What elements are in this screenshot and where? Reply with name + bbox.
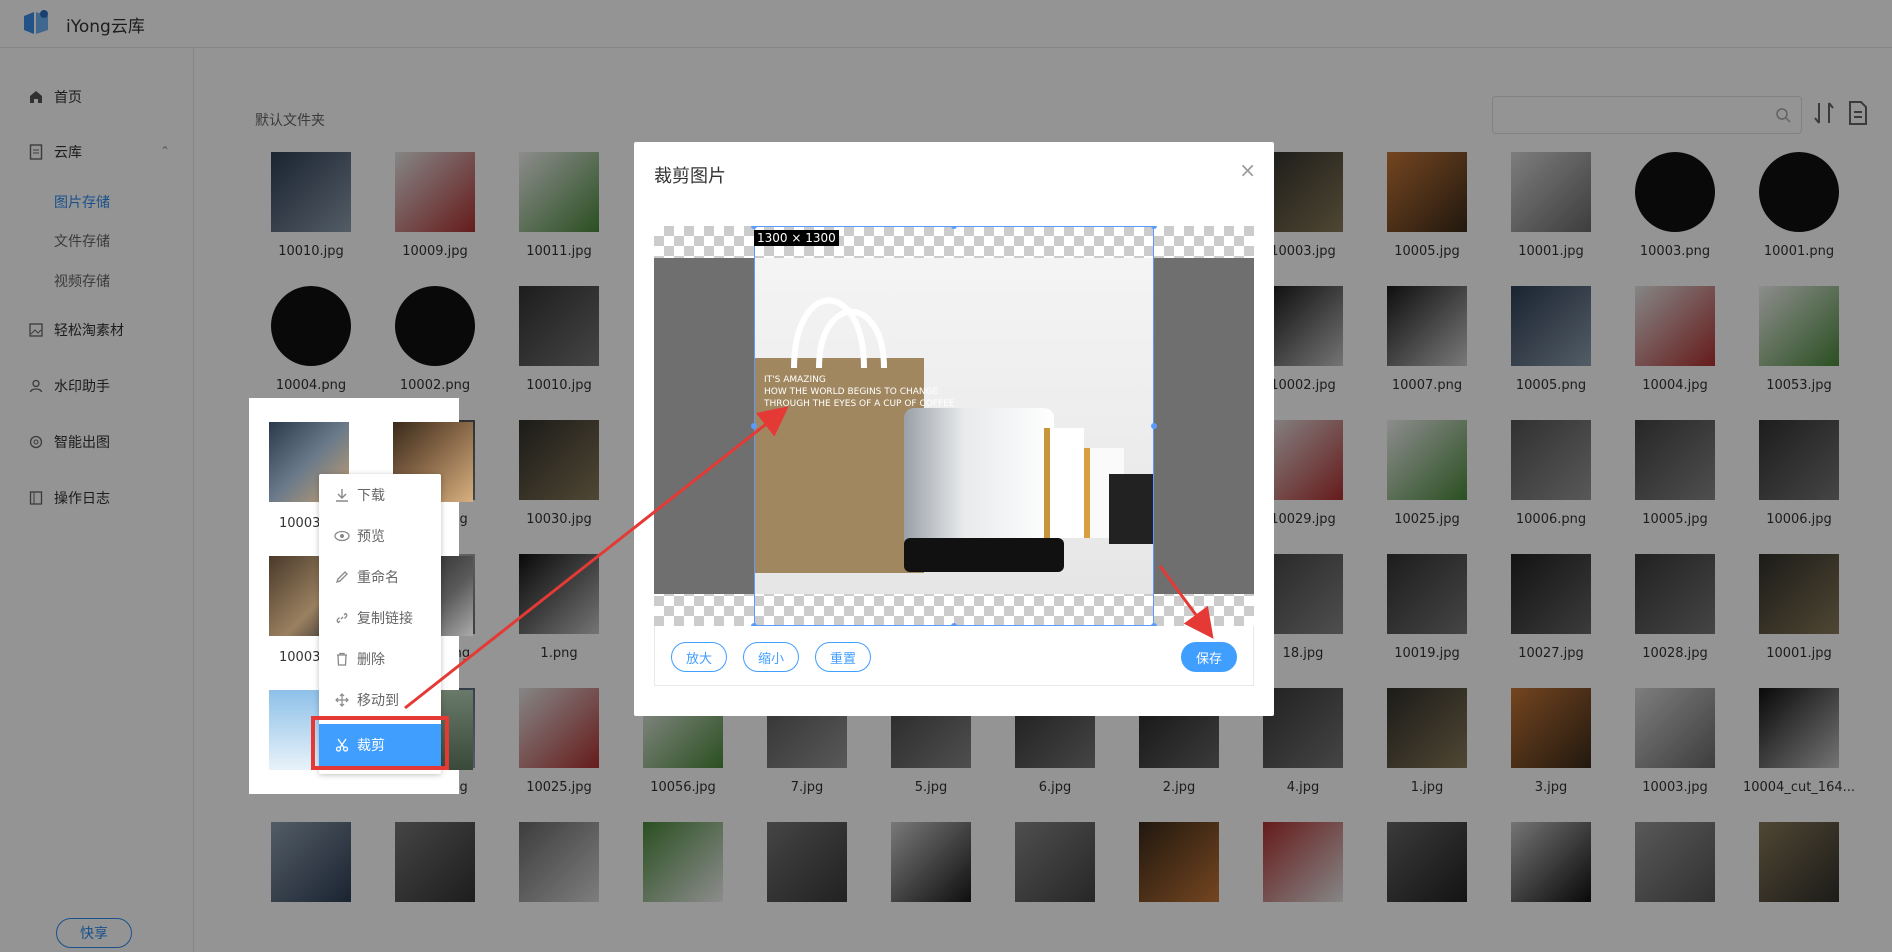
arrow bbox=[404, 406, 789, 710]
arrow bbox=[1158, 565, 1214, 639]
annotation-arrows bbox=[404, 406, 1214, 710]
